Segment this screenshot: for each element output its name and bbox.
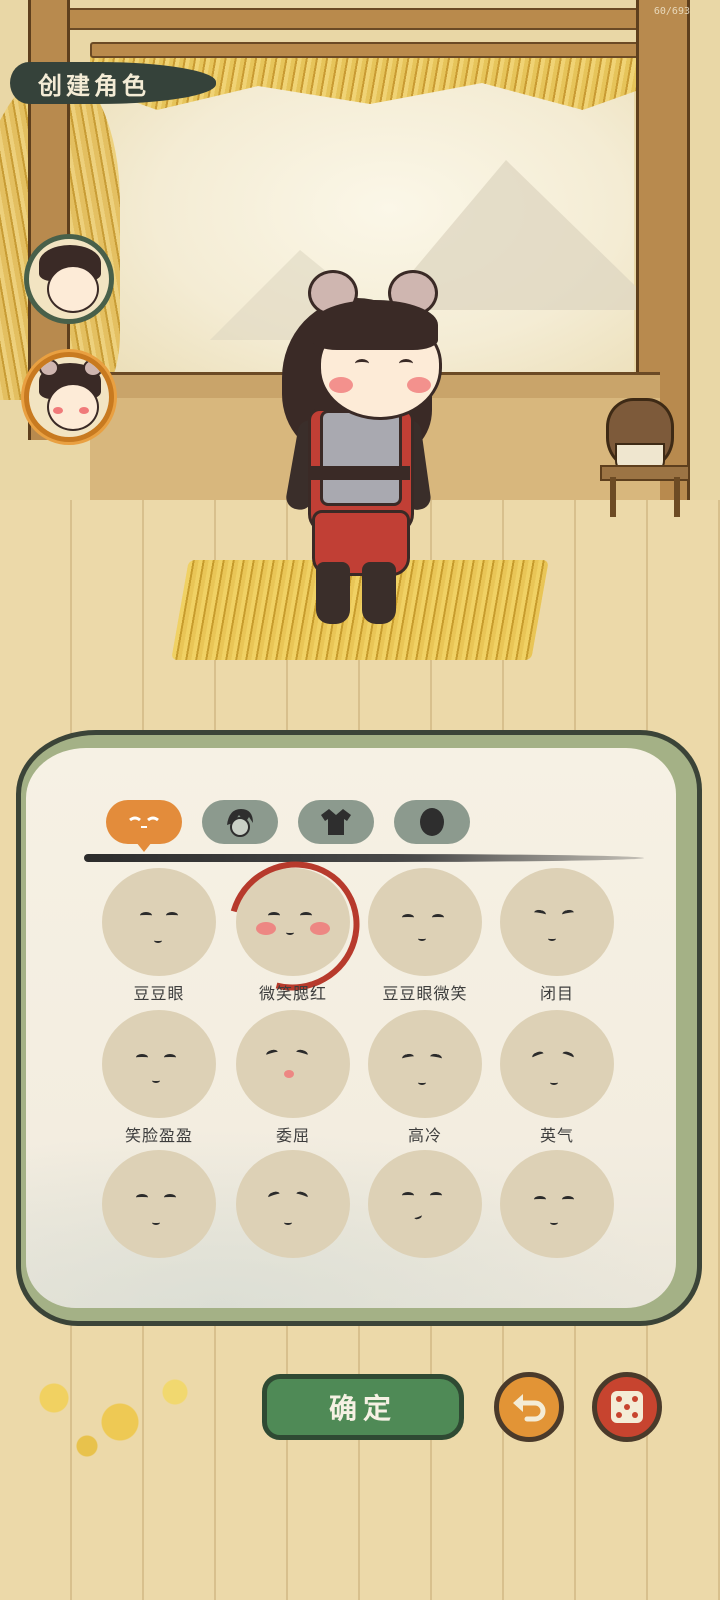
expression-option-selected[interactable]: 微笑腮红: [204, 837, 384, 1015]
female-character-portrait[interactable]: [24, 352, 114, 442]
expression-label: 笑脸盈盈: [124, 1126, 193, 1145]
expression-label: 英气: [539, 1126, 574, 1145]
tab-head-shape[interactable]: [394, 800, 470, 844]
expression-option[interactable]: 英气: [494, 1010, 620, 1150]
expression-label: 闭目: [539, 984, 574, 1003]
page-title: 创建角色: [38, 70, 150, 100]
wooden-stool: [600, 465, 690, 517]
expression-label: 微笑腮红: [258, 984, 327, 1003]
tab-expression[interactable]: [106, 800, 182, 844]
expression-option[interactable]: [96, 1150, 222, 1290]
male-character-portrait[interactable]: [24, 234, 114, 324]
expression-option[interactable]: 豆豆眼: [96, 868, 222, 1008]
head-shape-icon: [420, 808, 444, 836]
character-belt: [310, 466, 410, 480]
fps-readout: 60/693: [653, 6, 690, 17]
expression-option[interactable]: 委屈: [230, 1010, 356, 1150]
dice-icon: [611, 1391, 643, 1423]
expression-option[interactable]: 笑脸盈盈: [96, 1010, 222, 1150]
confirm-label: 确定: [328, 1392, 397, 1425]
character-boot: [362, 562, 396, 624]
expression-option[interactable]: [362, 1150, 488, 1290]
clay-pot: [606, 398, 674, 473]
undo-arrow-icon: [513, 1394, 546, 1422]
randomize-button[interactable]: [592, 1372, 662, 1442]
face-expression-icon: [129, 816, 159, 828]
undo-button[interactable]: [494, 1372, 564, 1442]
expression-option[interactable]: [230, 1150, 356, 1290]
hairstyle-icon: [227, 809, 253, 837]
clothing-icon: [321, 809, 351, 835]
expression-label: 豆豆眼微笑: [382, 984, 468, 1003]
ink-divider: [84, 854, 644, 862]
confirm-button[interactable]: 确定: [262, 1374, 464, 1440]
expression-option[interactable]: 闭目: [494, 868, 620, 1008]
character-boot: [316, 562, 350, 624]
character-preview[interactable]: [270, 270, 450, 640]
character-fringe: [312, 300, 438, 350]
expression-label: 高冷: [407, 1126, 442, 1145]
expression-label: 委屈: [275, 1126, 310, 1145]
expression-option[interactable]: 豆豆眼微笑: [362, 868, 488, 1008]
expression-option[interactable]: [494, 1150, 620, 1290]
roof-beam: [60, 8, 680, 30]
expression-option[interactable]: 高冷: [362, 1010, 488, 1150]
tab-clothing[interactable]: [298, 800, 374, 844]
fallen-leaves: [10, 1350, 230, 1470]
character-vest: [320, 410, 402, 506]
expression-label: 豆豆眼: [133, 984, 185, 1003]
tab-hairstyle[interactable]: [202, 800, 278, 844]
roof-beam: [90, 42, 650, 58]
